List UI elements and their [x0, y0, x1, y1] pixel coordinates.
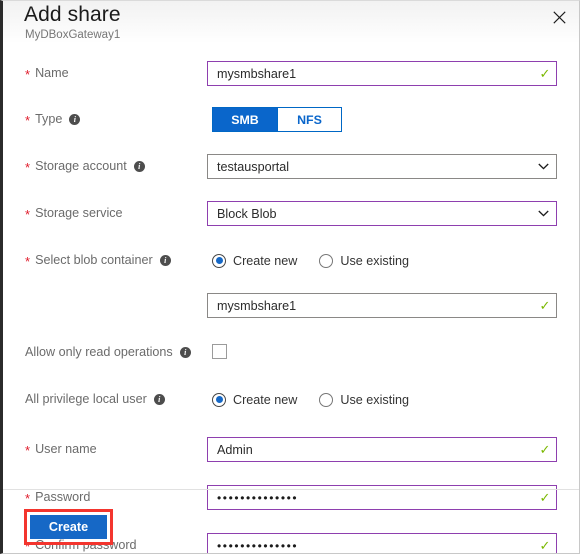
user-name-input[interactable]: Admin ✓	[207, 437, 557, 462]
local-user-radio-use-existing[interactable]: Use existing	[319, 392, 409, 407]
storage-service-value: Block Blob	[217, 206, 277, 221]
label-blob-container-name-spacer	[3, 293, 207, 298]
required-asterisk: *	[25, 112, 31, 128]
field-row-type: * Type i SMB NFS	[3, 107, 579, 143]
label-select-blob-container: * Select blob container i	[3, 248, 212, 269]
info-icon[interactable]: i	[69, 113, 81, 125]
blob-container-name-value: mysmbshare1	[217, 298, 297, 313]
allow-only-read-operations-checkbox[interactable]	[212, 344, 227, 359]
info-icon[interactable]: i	[179, 346, 191, 358]
chevron-down-icon	[530, 163, 556, 170]
label-all-privilege-local-user: All privilege local user i	[3, 387, 212, 406]
blob-container-radio-create-new[interactable]: Create new	[212, 253, 297, 268]
required-asterisk: *	[25, 253, 31, 269]
type-option-nfs[interactable]: NFS	[277, 108, 341, 131]
radio-dot-icon	[212, 253, 226, 268]
blade-footer: Create	[3, 490, 579, 553]
add-share-form: * Name mysmbshare1 ✓ * Type i SMB NFS * …	[3, 47, 579, 553]
label-user-name: * User name	[25, 442, 97, 458]
radio-dot-icon	[212, 392, 226, 407]
storage-service-dropdown[interactable]: Block Blob	[207, 201, 557, 226]
label-storage-account: * Storage account i	[3, 154, 207, 175]
field-row-all-privilege-local-user: All privilege local user i Create new Us…	[3, 387, 579, 423]
field-row-select-blob-container: * Select blob container i Create new Use…	[3, 248, 579, 284]
required-asterisk: *	[25, 206, 31, 222]
field-row-name: * Name mysmbshare1 ✓	[3, 61, 579, 97]
local-user-radio-create-new[interactable]: Create new	[212, 392, 297, 407]
user-name-value: Admin	[217, 442, 253, 457]
storage-account-dropdown[interactable]: testausportal	[207, 154, 557, 179]
field-row-storage-account: * Storage account i testausportal	[3, 154, 579, 190]
page-title: Add share	[24, 3, 121, 26]
field-row-user-name: * User name Admin ✓	[3, 437, 579, 473]
label-storage-service: * Storage service	[25, 206, 123, 222]
valid-check-icon: ✓	[539, 66, 551, 81]
name-input[interactable]: mysmbshare1 ✓	[207, 61, 557, 86]
valid-check-icon: ✓	[539, 442, 551, 457]
info-icon[interactable]: i	[153, 393, 165, 405]
label-name: * Name	[25, 66, 69, 82]
required-asterisk: *	[25, 66, 31, 82]
blob-container-radio-group: Create new Use existing	[212, 248, 557, 273]
blob-container-name-input[interactable]: mysmbshare1 ✓	[207, 293, 557, 318]
field-row-storage-service: * Storage service Block Blob	[3, 201, 579, 237]
add-share-blade: Add share MyDBoxGateway1 * Name mysmbsha…	[0, 0, 580, 554]
name-input-value: mysmbshare1	[217, 66, 297, 81]
required-asterisk: *	[25, 159, 31, 175]
label-allow-only-read-operations: Allow only read operations i	[3, 340, 212, 359]
valid-check-icon: ✓	[539, 298, 551, 313]
close-icon[interactable]	[546, 5, 572, 29]
storage-account-value: testausportal	[217, 159, 290, 174]
field-row-allow-only-read-operations: Allow only read operations i	[3, 340, 579, 376]
page-subtitle: MyDBoxGateway1	[25, 29, 121, 41]
type-toggle: SMB NFS	[212, 107, 342, 132]
radio-dot-icon	[319, 392, 334, 407]
info-icon[interactable]: i	[159, 254, 171, 266]
create-button[interactable]: Create	[30, 515, 107, 539]
local-user-radio-group: Create new Use existing	[212, 387, 557, 412]
blade-header: Add share MyDBoxGateway1	[3, 1, 579, 47]
required-asterisk: *	[25, 442, 31, 458]
blob-container-radio-use-existing[interactable]: Use existing	[319, 253, 409, 268]
type-option-smb[interactable]: SMB	[213, 108, 277, 131]
create-button-highlight: Create	[24, 509, 113, 545]
radio-dot-icon	[319, 253, 334, 268]
field-row-blob-container-name: mysmbshare1 ✓	[3, 293, 579, 329]
chevron-down-icon	[530, 210, 556, 217]
label-type: * Type i	[3, 107, 212, 128]
info-icon[interactable]: i	[133, 160, 145, 172]
